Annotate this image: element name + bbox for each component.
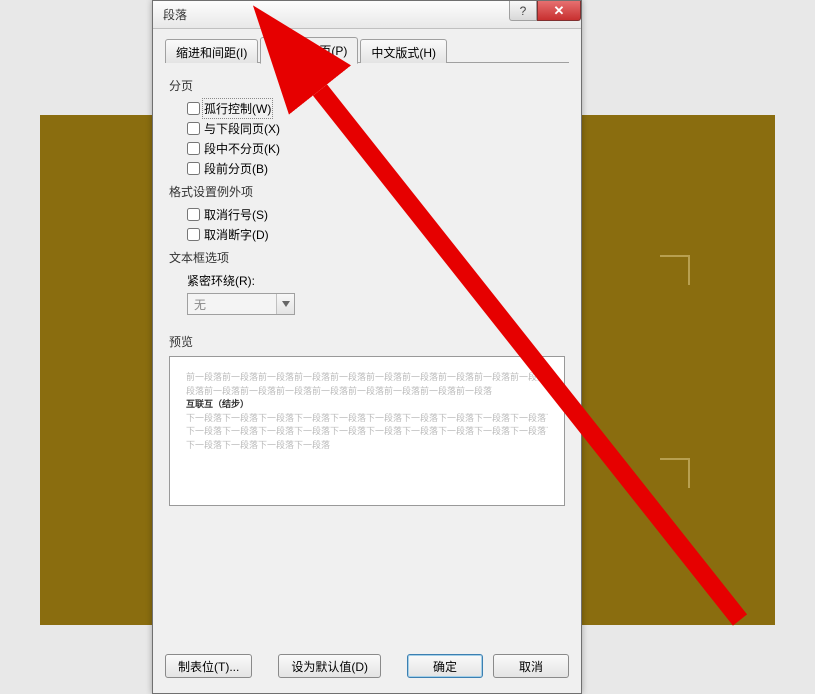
suppress-hyphenation-label: 取消断字(D) [204,226,269,243]
page-crop-mark [660,255,690,285]
preview-next-text: 下一段落下一段落下一段落下一段落下一段落下一段落下一段落下一段落下一段落下一段落… [186,425,548,439]
pagination-group-label: 分页 [169,77,565,94]
tab-line-page-breaks[interactable]: 换行和分页(P) [260,37,358,64]
close-icon: ✕ [554,3,565,19]
formatting-exceptions-label: 格式设置例外项 [169,183,565,200]
page-break-before-label: 段前分页(B) [204,160,268,177]
suppress-line-numbers-label: 取消行号(S) [204,206,268,223]
widow-orphan-label: 孤行控制(W) [204,100,271,117]
dialog-button-row: 制表位(T)... 设为默认值(D) 确定 取消 [153,649,581,693]
tight-wrap-select[interactable]: 无 [187,293,295,315]
tab-indent-spacing[interactable]: 缩进和间距(I) [165,39,258,63]
ok-button[interactable]: 确定 [407,654,483,678]
tight-wrap-label: 紧密环绕(R): [187,272,565,289]
titlebar[interactable]: 段落 ? ✕ [153,1,581,29]
preview-prev-text: 段落前一段落前一段落前一段落前一段落前一段落前一段落前一段落前一段落 [186,385,548,399]
suppress-hyphenation-checkbox[interactable] [187,228,200,241]
textbox-options-label: 文本框选项 [169,249,565,266]
page-crop-mark [660,458,690,488]
page-break-before-checkbox[interactable] [187,162,200,175]
preview-main-text: 互联互（结步） [186,398,548,412]
help-button[interactable]: ? [509,1,537,21]
preview-prev-text: 前一段落前一段落前一段落前一段落前一段落前一段落前一段落前一段落前一段落前一段落… [186,371,548,385]
tabs-button[interactable]: 制表位(T)... [165,654,252,678]
cancel-button[interactable]: 取消 [493,654,569,678]
tight-wrap-value: 无 [188,296,276,313]
tab-chinese-typography[interactable]: 中文版式(H) [360,39,447,63]
chevron-down-icon [276,294,294,314]
suppress-line-numbers-checkbox[interactable] [187,208,200,221]
preview-next-text: 下一段落下一段落下一段落下一段落下一段落下一段落下一段落下一段落下一段落下一段落… [186,412,548,426]
tab-strip: 缩进和间距(I) 换行和分页(P) 中文版式(H) [165,37,569,63]
preview-box: 前一段落前一段落前一段落前一段落前一段落前一段落前一段落前一段落前一段落前一段落… [169,356,565,506]
close-button[interactable]: ✕ [537,1,581,21]
keep-with-next-label: 与下段同页(X) [204,120,280,137]
set-default-button[interactable]: 设为默认值(D) [278,654,381,678]
preview-next-text: 下一段落下一段落下一段落下一段落 [186,439,548,453]
keep-with-next-checkbox[interactable] [187,122,200,135]
help-icon: ? [520,4,527,18]
preview-label: 预览 [169,333,565,350]
dialog-title: 段落 [163,6,187,23]
paragraph-dialog: 段落 ? ✕ 缩进和间距(I) 换行和分页(P) 中文版式(H) 分页 孤行控制… [152,0,582,694]
widow-orphan-checkbox[interactable] [187,102,200,115]
keep-lines-together-checkbox[interactable] [187,142,200,155]
keep-lines-together-label: 段中不分页(K) [204,140,280,157]
